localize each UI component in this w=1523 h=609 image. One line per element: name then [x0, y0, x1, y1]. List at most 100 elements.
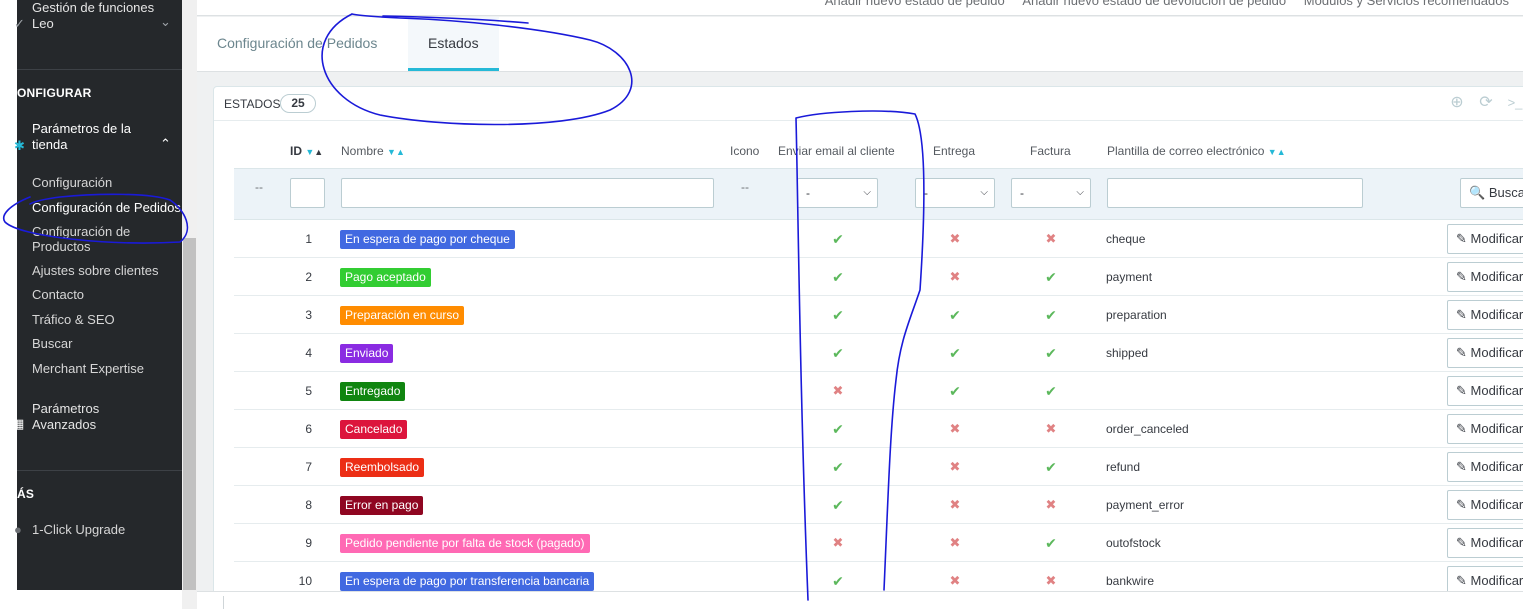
table-row[interactable]: 3 Preparación en curso ✔ ✔ ✔ preparation ✎ Mod…: [234, 296, 1523, 334]
edit-button[interactable]: ✎ Modificar: [1447, 262, 1523, 292]
check-icon[interactable]: ✔: [1041, 334, 1061, 372]
cross-icon[interactable]: ✖: [1041, 220, 1061, 258]
table-row[interactable]: 8 Error en pago ✔ ✖ ✖ payment_error ✎ Modifica…: [234, 486, 1523, 524]
sidebar-shop-params-2[interactable]: tienda: [32, 137, 67, 152]
cross-icon[interactable]: ✖: [945, 220, 965, 258]
recommended-modules-link[interactable]: Módulos y Servicios recomendados: [1304, 0, 1509, 8]
cross-icon[interactable]: ✖: [945, 486, 965, 524]
edit-label: Modificar: [1470, 497, 1523, 512]
table-row[interactable]: 2 Pago aceptado ✔ ✖ ✔ payment ✎ Modificar: [234, 258, 1523, 296]
filter-email-select[interactable]: - ⌵: [797, 178, 878, 208]
sidebar-shop-params[interactable]: Parámetros de la: [32, 121, 131, 136]
check-icon[interactable]: ✔: [1041, 258, 1061, 296]
edit-button[interactable]: ✎ Modificar: [1447, 490, 1523, 520]
table-row[interactable]: 1 En espera de pago por cheque ✔ ✖ ✖ cheque ✎ …: [234, 220, 1523, 258]
check-icon[interactable]: ✔: [1041, 448, 1061, 486]
sidebar-advanced[interactable]: Parámetros: [32, 401, 99, 416]
sidebar-item-contact[interactable]: Contacto: [32, 287, 84, 302]
table-row[interactable]: 4 Enviado ✔ ✔ ✔ shipped ✎ Modificar: [234, 334, 1523, 372]
check-icon[interactable]: ✔: [828, 448, 848, 486]
add-order-state-link[interactable]: Añadir nuevo estado de pedido: [825, 0, 1005, 8]
sidebar-item-configuracion[interactable]: Configuración: [32, 175, 112, 190]
filter-delivery-select[interactable]: - ⌵: [915, 178, 995, 208]
sidebar-advanced-2[interactable]: Avanzados: [32, 417, 96, 432]
col-id[interactable]: ID ▼▲: [290, 144, 323, 158]
col-icon: Icono: [730, 144, 760, 158]
filter-invoice-select[interactable]: - ⌵: [1011, 178, 1091, 208]
check-icon[interactable]: ✔: [945, 334, 965, 372]
state-badge: Cancelado: [340, 420, 408, 439]
row-template: payment_error: [1106, 498, 1185, 512]
filter-id-input[interactable]: [290, 178, 325, 208]
cross-icon[interactable]: ✖: [945, 448, 965, 486]
edit-button[interactable]: ✎ Modificar: [1447, 414, 1523, 444]
check-icon[interactable]: ✔: [828, 296, 848, 334]
cross-icon[interactable]: ✖: [1041, 410, 1061, 448]
col-template[interactable]: Plantilla de correo electrónico ▼▲: [1107, 144, 1286, 158]
sidebar-leo-label[interactable]: Gestión de funciones: [32, 0, 154, 15]
row-id: 9: [305, 536, 312, 550]
filter-template-input[interactable]: [1107, 178, 1363, 208]
terminal-icon[interactable]: >_: [1505, 93, 1523, 113]
edit-button[interactable]: ✎ Modificar: [1447, 338, 1523, 368]
search-button[interactable]: 🔍 Buscar: [1460, 178, 1523, 208]
sidebar-divider: [17, 470, 182, 471]
tab-states[interactable]: Estados: [408, 17, 499, 71]
edit-button[interactable]: ✎ Modificar: [1447, 376, 1523, 406]
check-icon[interactable]: ✔: [828, 410, 848, 448]
chevron-up-icon[interactable]: ⌃: [160, 136, 171, 152]
edit-button[interactable]: ✎ Modificar: [1447, 528, 1523, 558]
sidebar-leo-label-2[interactable]: Leo: [32, 16, 54, 31]
chevron-down-icon: ⌵: [1076, 187, 1084, 198]
check-icon[interactable]: ✔: [945, 372, 965, 410]
check-icon[interactable]: ✔: [828, 258, 848, 296]
sidebar-item-upgrade[interactable]: 1-Click Upgrade: [32, 522, 125, 537]
sidebar-item-product-config[interactable]: Configuración de: [32, 224, 130, 239]
pencil-icon: ✎: [1456, 497, 1471, 512]
col-invoice: Factura: [1030, 144, 1071, 158]
check-icon[interactable]: ✔: [828, 334, 848, 372]
tab-order-config[interactable]: Configuración de Pedidos: [197, 17, 397, 71]
col-name[interactable]: Nombre ▼▲: [341, 144, 405, 158]
table-row[interactable]: 9 Pedido pendiente por falta de stock (pa…: [234, 524, 1523, 562]
sidebar-item-order-config[interactable]: Configuración de Pedidos: [32, 200, 181, 215]
row-id: 3: [305, 308, 312, 322]
check-icon[interactable]: ✔: [1041, 372, 1061, 410]
panel-title: ESTADOS: [224, 97, 281, 111]
cross-icon[interactable]: ✖: [945, 410, 965, 448]
sidebar-item-merchant[interactable]: Merchant Expertise: [32, 361, 144, 376]
pencil-icon: ✎: [1456, 421, 1471, 436]
edit-label: Modificar: [1470, 307, 1523, 322]
sort-icon[interactable]: ▼▲: [1268, 147, 1286, 157]
check-icon[interactable]: ✔: [828, 220, 848, 258]
check-icon[interactable]: ✔: [1041, 296, 1061, 334]
sidebar-scroll-thumb[interactable]: [183, 238, 196, 590]
cross-icon[interactable]: ✖: [945, 258, 965, 296]
refresh-icon[interactable]: ⟳: [1476, 93, 1496, 113]
edit-button[interactable]: ✎ Modificar: [1447, 452, 1523, 482]
chevron-down-icon[interactable]: ⌄: [160, 14, 171, 30]
edit-button[interactable]: ✎ Modificar: [1447, 300, 1523, 330]
sort-icon[interactable]: ▼▲: [305, 147, 323, 157]
filter-name-input[interactable]: [341, 178, 714, 208]
table-row[interactable]: 5 Entregado ✖ ✔ ✔ ✎ Modificar: [234, 372, 1523, 410]
row-id: 1: [305, 232, 312, 246]
check-icon[interactable]: ✔: [828, 486, 848, 524]
cross-icon[interactable]: ✖: [945, 524, 965, 562]
sidebar-item-search[interactable]: Buscar: [32, 336, 72, 351]
cross-icon[interactable]: ✖: [1041, 486, 1061, 524]
edit-button[interactable]: ✎ Modificar: [1447, 224, 1523, 254]
sidebar-item-product-config-2[interactable]: Productos: [32, 239, 91, 254]
check-icon[interactable]: ✔: [1041, 524, 1061, 562]
sidebar-item-customers[interactable]: Ajustes sobre clientes: [32, 263, 158, 278]
sidebar-item-traffic-seo[interactable]: Tráfico & SEO: [32, 312, 115, 327]
row-id: 4: [305, 346, 312, 360]
sort-icon[interactable]: ▼▲: [387, 147, 405, 157]
add-icon[interactable]: ⊕: [1447, 93, 1467, 113]
cross-icon[interactable]: ✖: [828, 372, 848, 410]
table-row[interactable]: 6 Cancelado ✔ ✖ ✖ order_canceled ✎ Modificar: [234, 410, 1523, 448]
check-icon[interactable]: ✔: [945, 296, 965, 334]
add-return-state-link[interactable]: Añadir nuevo estado de devolución de ped…: [1022, 0, 1286, 8]
table-row[interactable]: 7 Reembolsado ✔ ✖ ✔ refund ✎ Modificar: [234, 448, 1523, 486]
cross-icon[interactable]: ✖: [828, 524, 848, 562]
